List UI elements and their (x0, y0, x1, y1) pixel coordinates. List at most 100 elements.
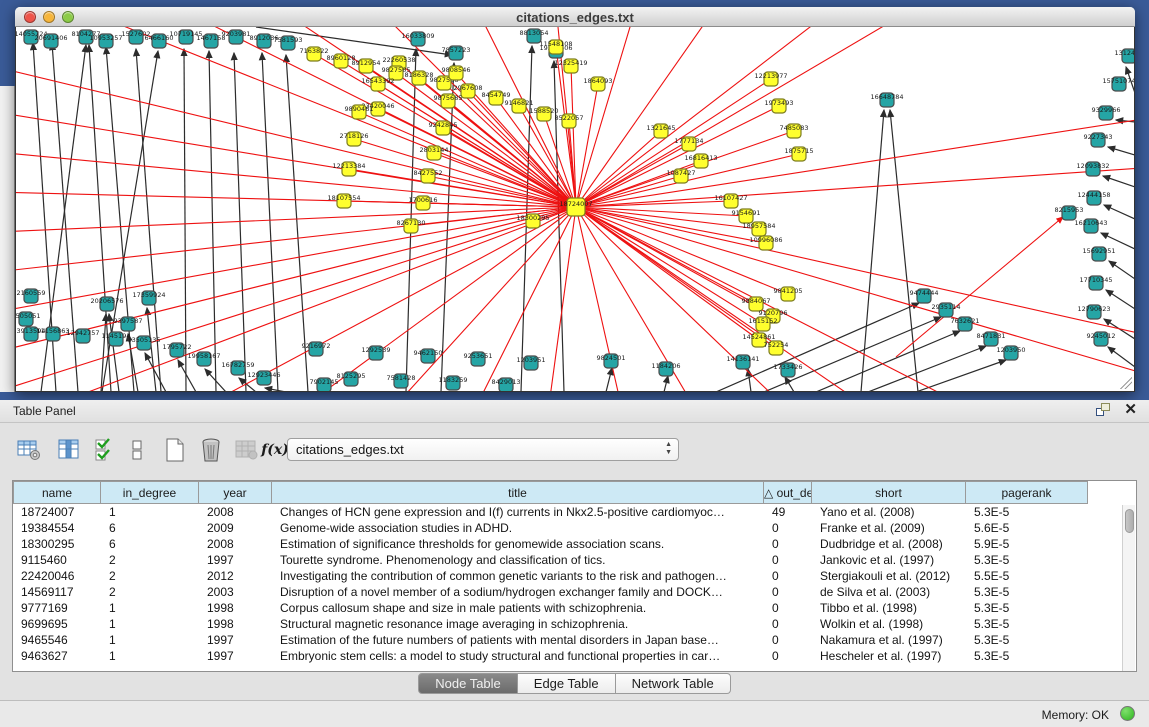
red-edge[interactable] (576, 27, 716, 207)
delete-table-icon[interactable] (198, 437, 224, 463)
teal-node[interactable]: 1203950 (997, 346, 1026, 360)
black-edge[interactable] (1108, 147, 1135, 155)
network-canvas[interactable]: 1405572420691406810427710953257152760264… (15, 27, 1135, 392)
yellow-node[interactable]: 8522057 (555, 114, 584, 128)
yellow-node[interactable]: 752254 (764, 341, 789, 355)
column-header-short[interactable]: short (812, 481, 966, 504)
teal-node[interactable]: 14136141 (726, 355, 759, 369)
yellow-node[interactable]: 16543392 (361, 77, 394, 91)
yellow-node[interactable]: 1321645 (647, 124, 676, 138)
teal-node[interactable]: 7902145 (310, 378, 339, 391)
teal-node[interactable]: 12942757 (66, 329, 99, 343)
yellow-node[interactable]: 1864093 (584, 77, 613, 91)
row-options-icon[interactable] (124, 437, 150, 463)
teal-node[interactable]: 1312450 (1115, 49, 1135, 63)
window-resize-grip[interactable] (1120, 377, 1132, 389)
yellow-node[interactable]: 12213384 (332, 162, 365, 176)
red-edge[interactable] (16, 152, 576, 207)
close-panel-icon[interactable]: ✕ (1124, 403, 1137, 416)
table-row[interactable]: 911546021997Tourette syndrome. Phenomeno… (13, 552, 1136, 568)
yellow-node[interactable]: 2718126 (340, 132, 369, 146)
function-builder-icon[interactable]: f(x) (262, 437, 288, 463)
table-select-dropdown[interactable]: citations_edges.txt ▲▼ (287, 438, 679, 461)
black-edge[interactable] (868, 346, 986, 391)
red-edge[interactable] (576, 207, 706, 391)
network-window-titlebar[interactable]: citations_edges.txt (15, 7, 1135, 27)
black-edge[interactable] (664, 376, 668, 391)
black-edge[interactable] (1109, 261, 1135, 279)
teal-node[interactable]: 1145194 (102, 332, 131, 346)
teal-node[interactable]: 2160559 (17, 289, 46, 303)
float-panel-icon[interactable] (1096, 403, 1110, 416)
table-row[interactable]: 1872400712008Changes of HCN gene express… (13, 504, 1136, 520)
column-header-in_degree[interactable]: in_degree (101, 481, 199, 504)
black-edge[interactable] (265, 388, 286, 391)
yellow-node[interactable]: 8267130 (397, 219, 426, 233)
teal-node[interactable]: 7581593 (274, 36, 303, 50)
table-row[interactable]: 946362711997Embryonic stem cells: a mode… (13, 648, 1136, 664)
yellow-node[interactable]: 9242845 (429, 121, 458, 135)
table-row[interactable]: 1456911722003Disruption of a novel membe… (13, 584, 1136, 600)
teal-node[interactable]: 1292539 (362, 346, 391, 360)
tab-network-table[interactable]: Network Table (616, 673, 731, 694)
table-row[interactable]: 1938455462009Genome-wide association stu… (13, 520, 1136, 536)
yellow-node[interactable]: 9875685 (434, 94, 463, 108)
citation-network-graph[interactable]: 1405572420691406810427710953257152760264… (16, 27, 1135, 391)
teal-node[interactable]: 17359924 (132, 291, 165, 305)
teal-node[interactable]: 1203951 (517, 356, 546, 370)
teal-node[interactable]: 10953257 (89, 34, 122, 48)
yellow-node[interactable]: 1700616 (409, 196, 438, 210)
tab-node-table[interactable]: Node Table (418, 673, 518, 694)
table-row[interactable]: 977716911998Corpus callosum shape and si… (13, 600, 1136, 616)
teal-node[interactable]: 9824501 (597, 354, 626, 368)
teal-node[interactable]: 8215953 (1055, 206, 1084, 220)
red-edge[interactable] (576, 207, 1135, 377)
teal-node[interactable]: 11156863 (36, 327, 69, 341)
yellow-node[interactable]: 10996086 (749, 236, 782, 250)
red-edge[interactable] (434, 153, 576, 207)
teal-node[interactable]: 9397587 (114, 317, 143, 331)
black-edge[interactable] (286, 55, 308, 391)
yellow-node[interactable]: 2803144 (420, 146, 449, 160)
show-columns-icon[interactable] (56, 437, 82, 463)
black-edge[interactable] (785, 377, 794, 391)
red-edge[interactable] (576, 27, 916, 207)
yellow-node[interactable]: 9841205 (774, 287, 803, 301)
column-header-year[interactable]: year (199, 481, 272, 504)
teal-node[interactable]: 1184206 (652, 362, 681, 376)
column-header-out_de[interactable]: △ out_de… (764, 481, 812, 504)
teal-node[interactable]: 16210643 (1074, 219, 1107, 233)
table-row[interactable]: 2242004622012Investigating the contribut… (13, 568, 1136, 584)
yellow-node[interactable]: 7485083 (780, 124, 809, 138)
yellow-node[interactable]: 9154691 (732, 209, 761, 223)
table-row[interactable]: 946554611997Estimation of the future num… (13, 632, 1136, 648)
yellow-node[interactable]: 8912954 (352, 59, 381, 73)
yellow-node[interactable]: 1777134 (675, 137, 704, 151)
teal-node[interactable]: 9253651 (464, 352, 493, 366)
tab-edge-table[interactable]: Edge Table (518, 673, 616, 694)
teal-node[interactable]: 8125295 (337, 372, 366, 386)
table-vertical-scrollbar[interactable] (1122, 505, 1135, 671)
yellow-node[interactable]: 1087427 (667, 169, 696, 183)
teal-node[interactable]: 8429013 (492, 378, 521, 391)
red-edge[interactable] (378, 109, 576, 207)
column-header-pagerank[interactable]: pagerank (966, 481, 1088, 504)
teal-node[interactable]: 16033809 (401, 32, 434, 46)
red-edge[interactable] (576, 79, 771, 207)
new-table-icon[interactable] (162, 437, 188, 463)
black-edge[interactable] (1103, 176, 1135, 187)
teal-node[interactable]: 8471831 (977, 332, 1006, 346)
red-edge[interactable] (378, 84, 576, 207)
yellow-node[interactable]: 16107427 (714, 194, 747, 208)
teal-node[interactable]: 1505051 (16, 312, 40, 326)
teal-node[interactable]: 7857223 (442, 46, 471, 60)
teal-node[interactable]: 20206576 (90, 297, 123, 311)
teal-node[interactable]: 7632621 (951, 317, 980, 331)
teal-node[interactable]: 9329966 (1092, 106, 1121, 120)
black-edge[interactable] (441, 63, 454, 391)
yellow-node[interactable]: 18107554 (327, 194, 360, 208)
red-edge[interactable] (16, 207, 576, 352)
black-edge[interactable] (178, 360, 196, 391)
black-edge[interactable] (716, 303, 919, 391)
teal-node[interactable]: 17710345 (1079, 276, 1112, 290)
